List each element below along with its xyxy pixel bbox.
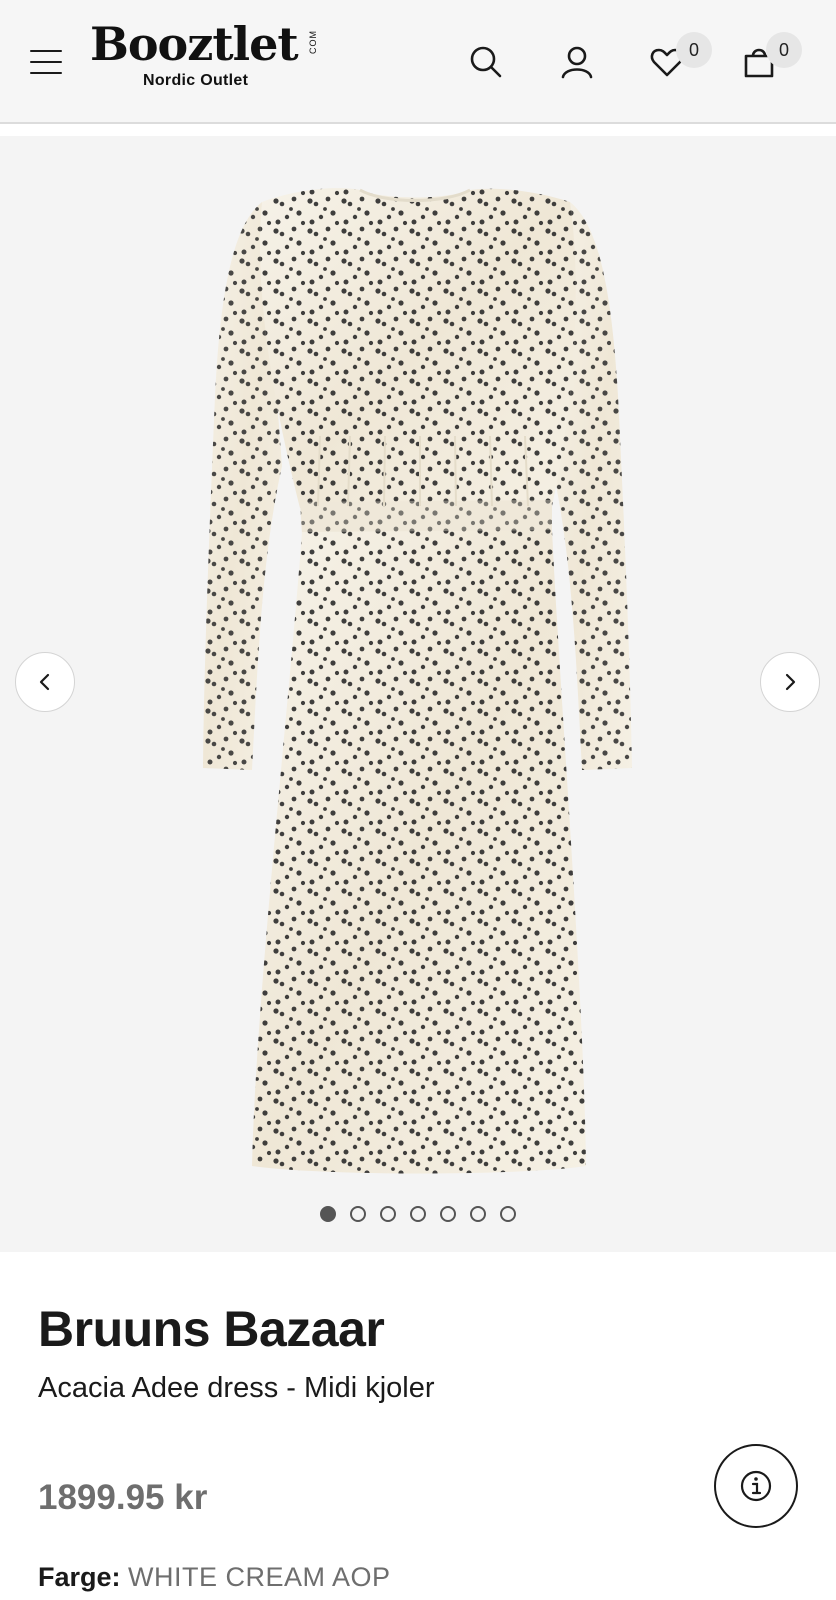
next-image-button[interactable] — [760, 652, 820, 712]
gallery-dot[interactable] — [350, 1206, 366, 1222]
info-icon — [740, 1470, 772, 1502]
gallery-dot[interactable] — [440, 1206, 456, 1222]
logo-suffix: COM — [308, 30, 318, 54]
user-icon[interactable] — [555, 40, 599, 84]
product-brand[interactable]: Bruuns Bazaar — [38, 1300, 385, 1358]
logo-subtitle: Nordic Outlet — [143, 72, 249, 89]
chevron-right-icon — [785, 673, 796, 691]
gallery-pagination — [0, 1206, 836, 1222]
product-color: Farge: WHITE CREAM AOP — [38, 1562, 391, 1593]
cart-count-badge: 0 — [766, 32, 802, 68]
product-name: Acacia Adee dress - Midi kjoler — [38, 1372, 435, 1404]
search-icon[interactable] — [464, 40, 508, 84]
chevron-left-icon — [39, 673, 50, 691]
previous-image-button[interactable] — [15, 652, 75, 712]
product-image-gallery[interactable] — [0, 136, 836, 1252]
product-price: 1899.95 kr — [38, 1478, 208, 1517]
header-divider — [0, 126, 836, 136]
info-button[interactable] — [714, 1444, 798, 1528]
gallery-dot[interactable] — [500, 1206, 516, 1222]
booztlet-logo[interactable]: Booztlet COM Nordic Outlet — [90, 18, 330, 98]
site-header: Booztlet COM Nordic Outlet 0 0 — [0, 0, 836, 124]
menu-icon[interactable] — [30, 50, 62, 74]
product-image — [203, 188, 632, 1174]
color-value: WHITE CREAM AOP — [128, 1562, 391, 1592]
gallery-dot[interactable] — [380, 1206, 396, 1222]
gallery-dot[interactable] — [320, 1206, 336, 1222]
logo-wordmark: Booztlet — [90, 17, 299, 71]
gallery-dot[interactable] — [470, 1206, 486, 1222]
wishlist-count-badge: 0 — [676, 32, 712, 68]
color-label: Farge: — [38, 1562, 121, 1592]
gallery-dot[interactable] — [410, 1206, 426, 1222]
